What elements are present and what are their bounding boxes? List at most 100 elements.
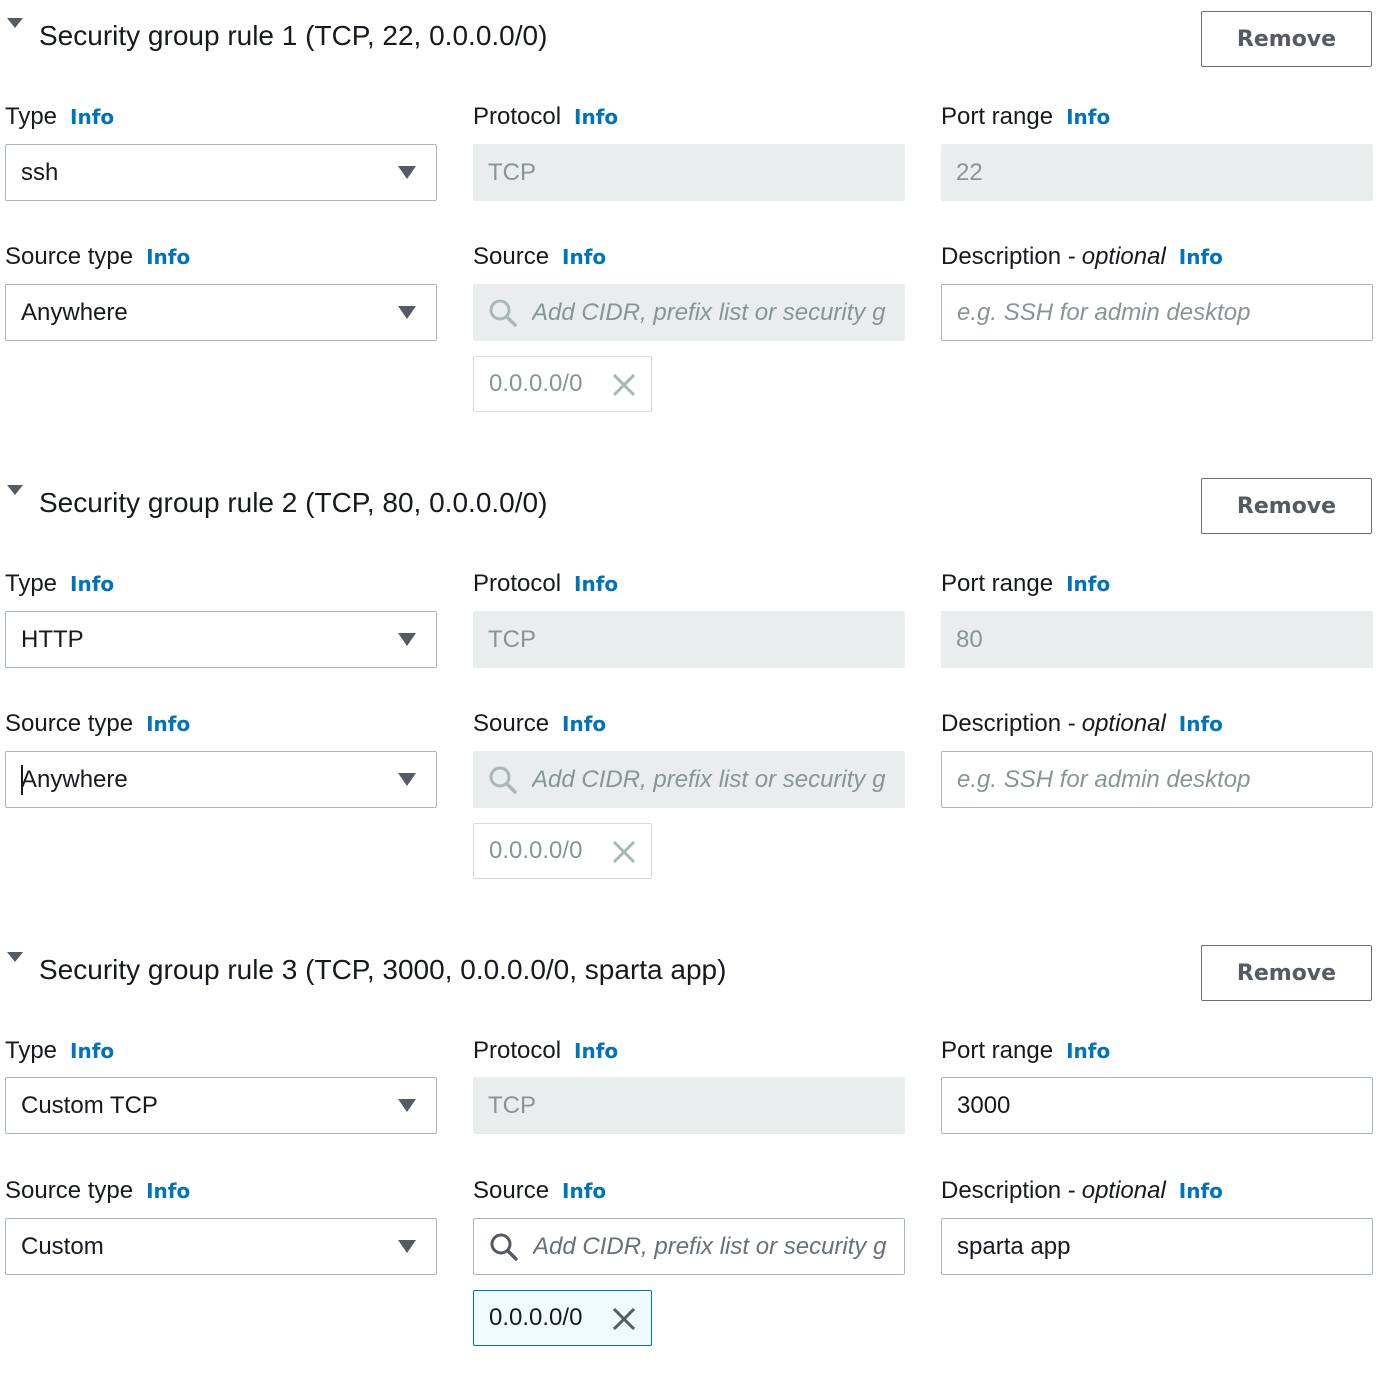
close-icon: [612, 373, 636, 397]
protocol-label: Protocol Info: [473, 100, 618, 134]
protocol-info-link[interactable]: Info: [574, 567, 618, 601]
port-range-label-text: Port range: [941, 103, 1054, 130]
close-icon[interactable]: [611, 1306, 637, 1332]
type-info-link[interactable]: Info: [70, 567, 114, 601]
port-range-label: Port range Info: [941, 100, 1110, 134]
source-type-info-link[interactable]: Info: [146, 240, 190, 274]
security-group-rule-3: Security group rule 3 (TCP, 3000, 0.0.0.…: [0, 934, 1399, 1394]
source-cidr-token-label: 0.0.0.0/0: [489, 837, 583, 864]
source-label: Source Info: [473, 707, 606, 741]
port-range-input[interactable]: 3000: [941, 1077, 1373, 1134]
description-info-link[interactable]: Info: [1179, 1174, 1223, 1208]
source-label-text: Source: [473, 710, 550, 737]
caret-down-icon: [398, 306, 416, 319]
type-label: Type Info: [5, 100, 114, 134]
collapse-caret-icon[interactable]: [5, 483, 25, 497]
type-select-value: Custom TCP: [21, 1091, 158, 1119]
source-info-link[interactable]: Info: [562, 240, 606, 274]
type-select[interactable]: Custom TCP: [5, 1077, 437, 1134]
remove-rule-button[interactable]: Remove: [1201, 478, 1372, 534]
source-info-link[interactable]: Info: [562, 1174, 606, 1208]
caret-down-icon: [398, 1099, 416, 1112]
source-search-placeholder: Add CIDR, prefix list or security g: [532, 298, 886, 326]
type-select-value: ssh: [21, 158, 59, 186]
protocol-field: TCP: [473, 611, 905, 668]
rule-title: Security group rule 2 (TCP, 80, 0.0.0.0/…: [39, 487, 548, 518]
description-info-link[interactable]: Info: [1179, 707, 1223, 741]
port-range-field: 80: [941, 611, 1373, 668]
source-type-select-value: Custom: [21, 1232, 104, 1260]
source-info-link[interactable]: Info: [562, 707, 606, 741]
source-type-info-link[interactable]: Info: [146, 707, 190, 741]
search-icon: [490, 1233, 518, 1261]
source-label-text: Source: [473, 243, 550, 270]
description-input[interactable]: e.g. SSH for admin desktop: [941, 284, 1373, 341]
protocol-label-text: Protocol: [473, 570, 562, 597]
source-search-input[interactable]: Add CIDR, prefix list or security g: [473, 1218, 905, 1275]
close-icon: [612, 840, 636, 864]
remove-rule-button[interactable]: Remove: [1201, 11, 1372, 67]
collapse-caret-icon[interactable]: [5, 16, 25, 30]
description-info-link[interactable]: Info: [1179, 240, 1223, 274]
source-type-label-text: Source type: [5, 710, 134, 737]
description-label-text: Description -: [941, 243, 1076, 270]
source-cidr-token: 0.0.0.0/0: [473, 823, 652, 879]
type-label-text: Type: [5, 103, 58, 130]
source-search-input: Add CIDR, prefix list or security g: [473, 751, 905, 808]
description-input[interactable]: e.g. SSH for admin desktop: [941, 751, 1373, 808]
protocol-label: Protocol Info: [473, 567, 618, 601]
description-label-text: Description -: [941, 710, 1076, 737]
description-label: Description - optional Info: [941, 240, 1223, 274]
description-input[interactable]: sparta app: [941, 1218, 1373, 1275]
protocol-label-text: Protocol: [473, 1037, 562, 1064]
description-optional-text: optional: [1081, 1177, 1166, 1204]
source-cidr-token-label: 0.0.0.0/0: [489, 370, 583, 397]
source-type-select[interactable]: Custom: [5, 1218, 437, 1275]
caret-down-icon: [398, 773, 416, 786]
protocol-field: TCP: [473, 1077, 905, 1134]
source-type-label: Source type Info: [5, 240, 190, 274]
remove-rule-button[interactable]: Remove: [1201, 945, 1372, 1001]
port-range-field: 22: [941, 144, 1373, 201]
port-range-info-link[interactable]: Info: [1066, 567, 1110, 601]
type-select[interactable]: ssh: [5, 144, 437, 201]
description-label: Description - optional Info: [941, 707, 1223, 741]
protocol-info-link[interactable]: Info: [574, 100, 618, 134]
source-type-select-value: Anywhere: [21, 298, 128, 326]
security-group-rule-1: Security group rule 1 (TCP, 22, 0.0.0.0/…: [0, 0, 1399, 460]
source-type-label: Source type Info: [5, 707, 190, 741]
source-cidr-token: 0.0.0.0/0: [473, 356, 652, 412]
type-label-text: Type: [5, 1037, 58, 1064]
source-type-label-text: Source type: [5, 243, 134, 270]
type-select-value: HTTP: [21, 625, 84, 653]
port-range-label-text: Port range: [941, 570, 1054, 597]
protocol-label: Protocol Info: [473, 1034, 618, 1068]
description-optional-text: optional: [1081, 243, 1166, 270]
caret-down-icon: [398, 633, 416, 646]
source-label: Source Info: [473, 1174, 606, 1208]
source-type-info-link[interactable]: Info: [146, 1174, 190, 1208]
rule-header: Security group rule 3 (TCP, 3000, 0.0.0.…: [0, 934, 1399, 1004]
security-group-rule-2: Security group rule 2 (TCP, 80, 0.0.0.0/…: [0, 467, 1399, 927]
type-label: Type Info: [5, 567, 114, 601]
type-info-link[interactable]: Info: [70, 100, 114, 134]
collapse-caret-icon[interactable]: [5, 950, 25, 964]
protocol-label-text: Protocol: [473, 103, 562, 130]
source-label: Source Info: [473, 240, 606, 274]
port-range-info-link[interactable]: Info: [1066, 100, 1110, 134]
source-search-input: Add CIDR, prefix list or security g: [473, 284, 905, 341]
source-type-label-text: Source type: [5, 1177, 134, 1204]
source-type-select[interactable]: Anywhere: [5, 751, 437, 808]
type-info-link[interactable]: Info: [70, 1034, 114, 1068]
port-range-label-text: Port range: [941, 1037, 1054, 1064]
port-range-info-link[interactable]: Info: [1066, 1034, 1110, 1068]
rule-header: Security group rule 2 (TCP, 80, 0.0.0.0/…: [0, 467, 1399, 537]
port-range-label: Port range Info: [941, 1034, 1110, 1068]
source-type-select-value: Anywhere: [21, 765, 128, 793]
source-type-select[interactable]: Anywhere: [5, 284, 437, 341]
type-select[interactable]: HTTP: [5, 611, 437, 668]
rule-title: Security group rule 3 (TCP, 3000, 0.0.0.…: [39, 954, 727, 985]
caret-down-icon: [398, 1240, 416, 1253]
description-label-text: Description -: [941, 1177, 1076, 1204]
protocol-info-link[interactable]: Info: [574, 1034, 618, 1068]
